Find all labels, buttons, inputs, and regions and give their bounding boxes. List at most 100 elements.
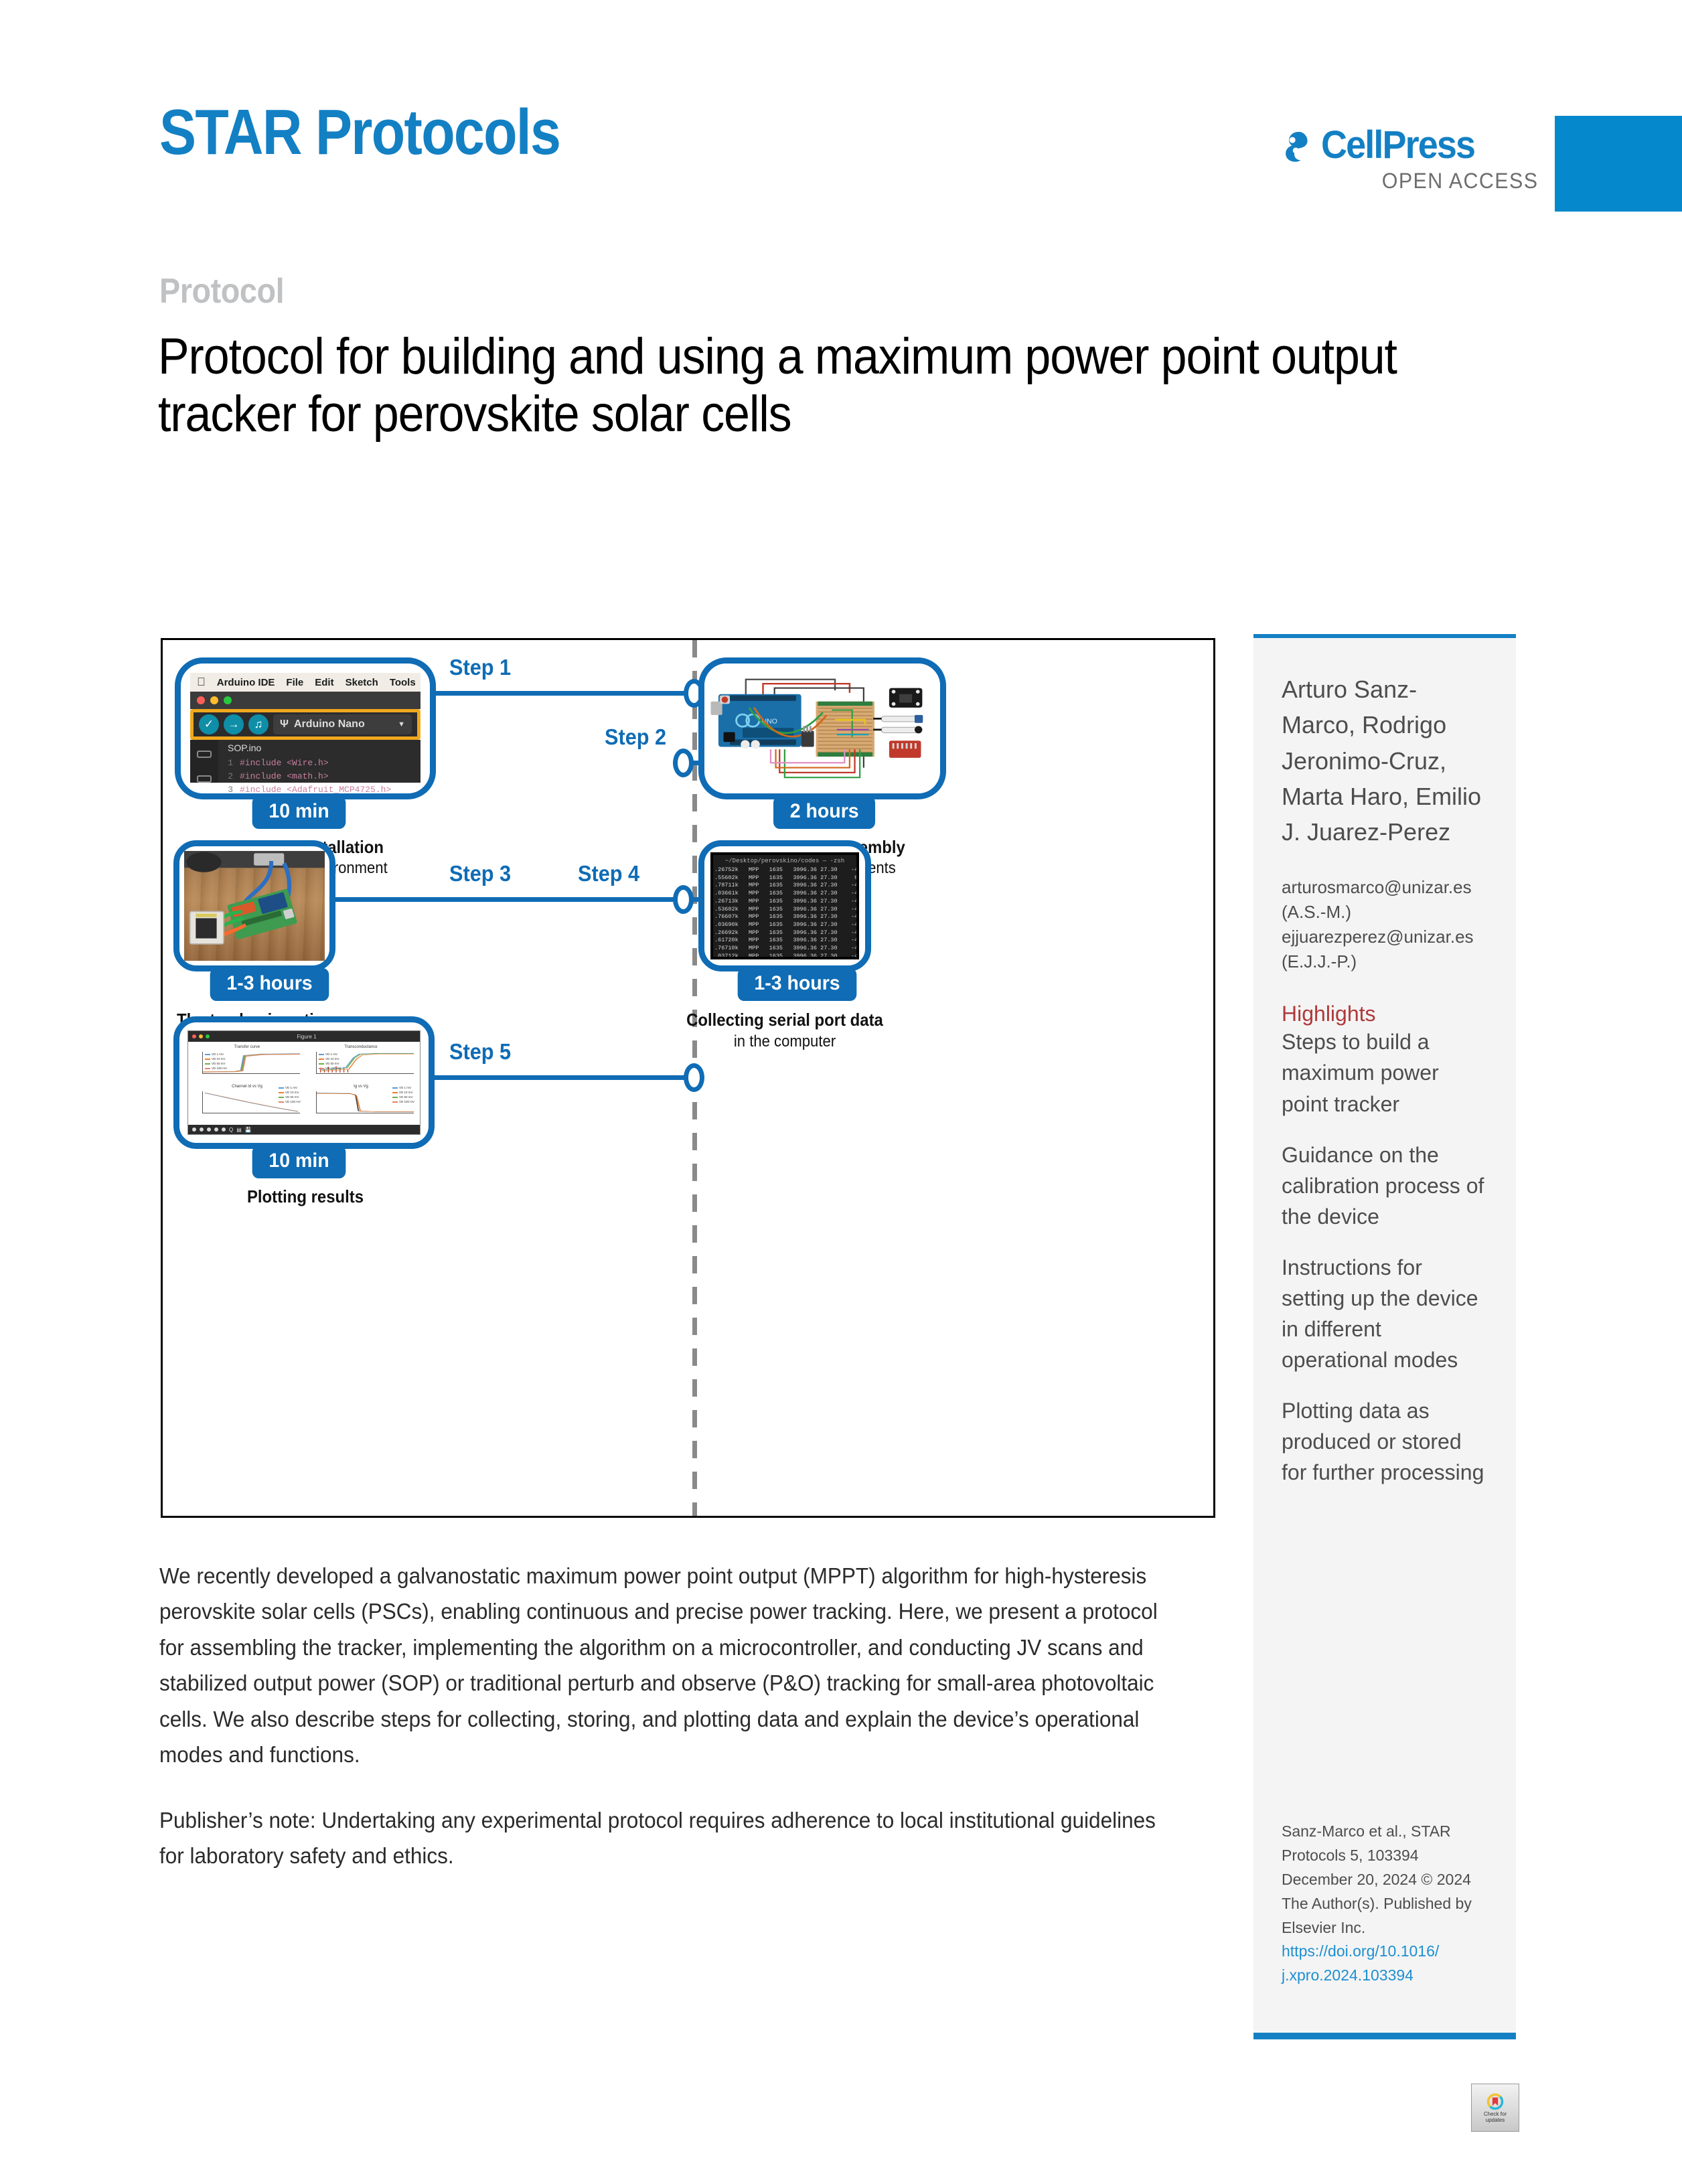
terminal-row: .53602k MPP 1635 3996.36 27.30 -4.81 -4.… (714, 905, 856, 913)
crossmark-line2: updates (1485, 2116, 1505, 2123)
ide-menu-edit[interactable]: Edit (315, 677, 333, 688)
code-line: 3 #include <Adafruit_MCP4725.h> (224, 783, 420, 795)
plot-legend-4: VD 1 mV VD 10 mV VD 50 mV VD 100 mV (392, 1086, 414, 1105)
line-number: 1 (228, 758, 233, 768)
cellpress-wordmark: CellPress (1321, 123, 1476, 167)
library-manager-icon[interactable] (197, 775, 212, 783)
step-label-3: Step 3 (449, 861, 512, 886)
window-zoom-button[interactable] (206, 1034, 210, 1038)
ide-menubar:  Arduino IDE File Edit Sketch Tools (190, 673, 420, 692)
plot-legend-3: VD 1 mV VD 10 mV VD 50 mV VD 100 mV (278, 1086, 301, 1105)
terminal-row: .03712k MPP 1635 3996.36 27.30 -4.81 -4.… (714, 952, 856, 957)
legend-entry: VD 10 mV (212, 1057, 226, 1061)
connector-step-4 (692, 897, 704, 902)
forward-icon[interactable] (207, 1127, 211, 1132)
terminal-row: .76607k MPP 1635 3996.36 27.30 -4.81 -4.… (714, 913, 856, 921)
citation-line: December 20, 2024 © 2024 (1282, 1870, 1471, 1888)
zoom-rect-icon[interactable] (222, 1127, 226, 1132)
terminal-output: .26752k MPP 1635 3996.36 27.30 -4.81 -4.… (713, 866, 856, 957)
ide-menu-file[interactable]: File (286, 677, 303, 688)
sketchbook-icon[interactable] (197, 751, 212, 758)
plots-card: Figure 1 Transfer curve VD 1 mV VD 10 mV… (173, 1016, 435, 1149)
citation-line: Protocols 5, 103394 (1282, 1846, 1419, 1864)
article-type-label: Protocol (159, 272, 285, 311)
configure-subplots-icon[interactable]: ▤ (236, 1127, 242, 1133)
timeline-node-2 (673, 749, 694, 777)
terminal-card: ~/Desktop/perovskino/codes — -zsh .26752… (698, 840, 871, 971)
ide-menu-sketch[interactable]: Sketch (346, 677, 378, 688)
open-access-label: OPEN ACCESS (1381, 169, 1539, 193)
verify-icon[interactable]: ✓ (199, 714, 219, 734)
legend-entry: VD 100 mV (212, 1066, 228, 1070)
crossmark-line1: Check for (1483, 2110, 1507, 2117)
legend-entry: VD 1 mV (398, 1086, 411, 1089)
apple-icon:  (197, 676, 206, 689)
window-zoom-button[interactable] (224, 696, 232, 704)
highlight-item: Steps to build a maximum power point tra… (1282, 1030, 1439, 1116)
usb-icon: Ψ (280, 718, 289, 730)
terminal-row: .55602k MPP 1635 3996.36 27.30 0.00 0.00… (714, 874, 856, 881)
step-subcaption-4: in the computer (733, 1032, 836, 1050)
terminal-title: ~/Desktop/perovskino/codes — -zsh (724, 858, 845, 864)
correspondence-emails: arturosmarco@unizar.es (A.S.-M.) ejjuare… (1282, 875, 1490, 974)
step-duration-badge-4: 1-3 hours (737, 968, 857, 1001)
step-duration-badge-5: 10 min (252, 1146, 346, 1178)
doi-link[interactable]: https://doi.org/10.1016/ (1282, 1940, 1493, 1964)
debug-icon[interactable]: ♫ (248, 714, 269, 734)
back-icon[interactable] (200, 1127, 204, 1132)
terminal-row: .03690k MPP 1635 3996.36 27.30 -4.81 -4.… (714, 921, 856, 929)
tracker-photo (184, 851, 325, 961)
code-line: 2 #include <math.h> (224, 770, 420, 783)
window-close-button[interactable] (192, 1034, 196, 1038)
window-minimize-button[interactable] (199, 1034, 203, 1038)
author-list: Arturo Sanz-Marco, Rodrigo Jeronimo-Cruz… (1282, 676, 1482, 846)
doi-link-cont[interactable]: j.xpro.2024.103394 (1282, 1964, 1493, 1988)
ide-sidebar (190, 740, 218, 783)
terminal-row: .78711k MPP 1635 3996.36 27.30 -4.81 -4.… (714, 882, 856, 889)
highlight-item: Instructions for setting up the device i… (1282, 1255, 1478, 1373)
step-label-1: Step 1 (449, 655, 512, 680)
line-number: 4 (224, 796, 233, 799)
matplotlib-titlebar: Figure 1 (188, 1031, 420, 1042)
pan-icon[interactable] (214, 1127, 218, 1132)
ide-code-area[interactable]: SOP.ino 1 #include <Wire.h> 2 #include <ma… (218, 740, 420, 793)
home-icon[interactable] (192, 1127, 196, 1132)
cellpress-brand: CellPress OPEN ACCESS (1276, 126, 1543, 193)
save-icon[interactable]: 💾 (245, 1127, 252, 1133)
highlight-item: Plotting data as produced or stored for … (1282, 1399, 1484, 1485)
search-icon[interactable]: Q (229, 1127, 233, 1133)
highlight-item: Guidance on the calibration process of t… (1282, 1142, 1484, 1229)
arduino-ide-screenshot:  Arduino IDE File Edit Sketch Tools ✓ (190, 673, 420, 793)
terminal-row: .03661k MPP 1635 3996.36 27.30 -4.81 -4.… (714, 890, 856, 897)
email-line[interactable]: arturosmarco@unizar.es (1282, 875, 1490, 900)
matplotlib-toolbar[interactable]: Q ▤ 💾 (188, 1125, 420, 1134)
code-text: #include <Adafruit_MCP4725.h> (240, 784, 392, 795)
legend-entry: VD 10 mV (398, 1090, 413, 1094)
ide-menu-tools[interactable]: Tools (390, 677, 416, 688)
window-minimize-button[interactable] (210, 696, 218, 704)
legend-entry: VD 1 mV (212, 1052, 224, 1056)
window-close-button[interactable] (197, 696, 205, 704)
upload-icon[interactable]: → (224, 714, 244, 734)
terminal-row: .26713k MPP 1635 3996.36 27.30 -4.81 -4.… (714, 897, 856, 905)
crossmark-badge[interactable]: Check for updates (1471, 2084, 1519, 2132)
step-card-1:  Arduino IDE File Edit Sketch Tools ✓ (175, 657, 436, 799)
cellpress-logo-icon (1276, 127, 1313, 164)
publisher-note: Publisher’s note: Undertaking any experi… (159, 1807, 1156, 1869)
ide-file-tab[interactable]: SOP.ino (224, 743, 420, 757)
line-number: 2 (228, 771, 233, 781)
matplotlib-window-title: Figure 1 (297, 1033, 317, 1040)
code-text: #include <Wire.h> (240, 758, 329, 768)
legend-entry: VD 10 mV (325, 1057, 339, 1061)
legend-entry: VD 1 mV (325, 1052, 338, 1056)
graphical-abstract:  Arduino IDE File Edit Sketch Tools ✓ (161, 638, 1215, 1518)
plot-title-1: Transfer curve (234, 1045, 260, 1049)
line-number: 3 (228, 784, 233, 795)
legend-entry: VD 10 mV (285, 1090, 299, 1094)
ide-app-name: Arduino IDE (208, 676, 275, 688)
board-selector[interactable]: Ψ Arduino Nano ▼ (273, 714, 412, 734)
email-line[interactable]: ejjuarezperez@unizar.es (1282, 925, 1490, 949)
email-attribution: (A.S.-M.) (1282, 902, 1351, 923)
article-info-sidebar: Arturo Sanz-Marco, Rodrigo Jeronimo-Cruz… (1253, 638, 1516, 2037)
terminal-screenshot: ~/Desktop/perovskino/codes — -zsh .26752… (710, 852, 859, 959)
